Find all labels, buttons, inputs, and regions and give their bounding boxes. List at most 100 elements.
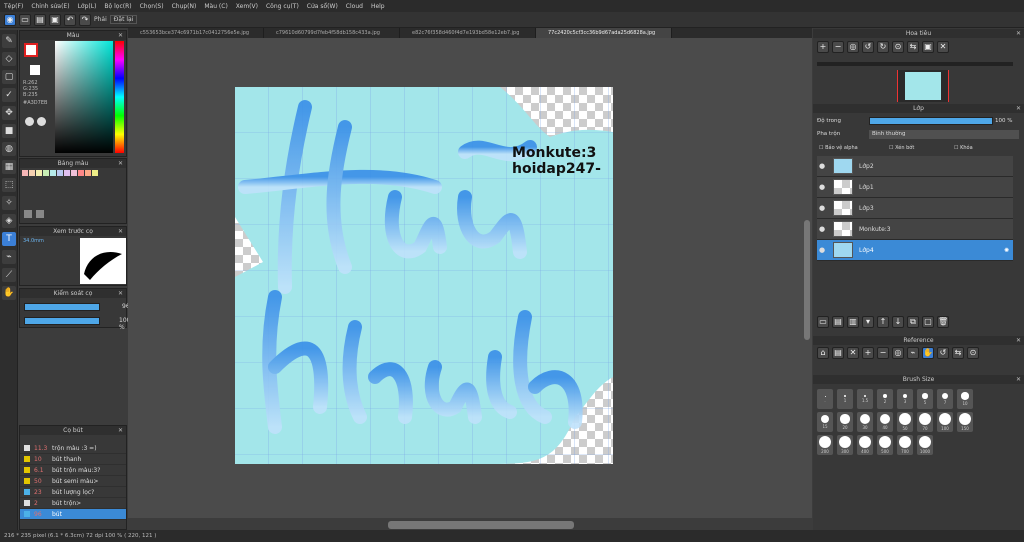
brush-size-cell[interactable]: 50 [897, 412, 913, 432]
alpha-protect-checkbox[interactable]: ☐ Bảo vệ alpha [819, 145, 858, 151]
brush-size-cell[interactable]: 100 [937, 412, 953, 432]
size-slider[interactable] [24, 303, 100, 311]
brush-size-cell[interactable]: 500 [877, 435, 893, 455]
zoom-slider[interactable] [817, 62, 1013, 66]
brush-size-cell[interactable]: 700 [897, 435, 913, 455]
brush-size-cell[interactable]: . [817, 389, 833, 409]
brush-size-cell[interactable]: 30 [857, 412, 873, 432]
brush-size-cell[interactable]: 400 [857, 435, 873, 455]
lock-checkbox[interactable]: ☐ Khóa [954, 145, 973, 151]
move-icon[interactable]: ✥ [2, 106, 16, 120]
reset-label[interactable]: Đặt lại [109, 15, 138, 24]
rotate-right-icon[interactable]: ↻ [877, 41, 889, 53]
layer-row[interactable]: ● Lớp3 [817, 198, 1013, 219]
close-icon[interactable]: ✕ [1016, 29, 1021, 38]
brush-size-cell[interactable]: 150 [957, 412, 973, 432]
opacity-slider[interactable] [24, 317, 100, 325]
menu-item[interactable]: Chỉnh sửa(E) [31, 3, 69, 10]
saturation-value-square[interactable] [55, 41, 113, 153]
ref-fit-icon[interactable]: ◎ [892, 347, 904, 359]
brush-size-cell[interactable]: 70 [917, 412, 933, 432]
brush-icon[interactable]: ⟋ [2, 268, 16, 282]
pen-item[interactable]: 10 bút thanh [20, 454, 126, 465]
eraser-icon[interactable]: ◇ [2, 52, 16, 66]
horizontal-scrollbar[interactable] [388, 521, 574, 529]
layer-down-icon[interactable]: ↓ [892, 316, 904, 328]
brush-size-cell[interactable]: 1 [837, 389, 853, 409]
clear-icon[interactable]: ▢ [922, 316, 934, 328]
eye-icon[interactable]: ● [817, 204, 827, 212]
ref-save-icon[interactable]: ▤ [832, 347, 844, 359]
brush-size-cell[interactable]: 10 [957, 389, 973, 409]
layer-row[interactable]: ● Lớp4 ✺ [817, 240, 1013, 261]
navigator-menu-icon[interactable]: ▣ [922, 41, 934, 53]
brush-size-cell[interactable]: 200 [817, 435, 833, 455]
layer-opacity-slider[interactable] [869, 117, 993, 125]
ref-open-icon[interactable]: ⌂ [817, 347, 829, 359]
pen-item[interactable]: 23 bút lượng lọc? [20, 487, 126, 498]
palette-delete-icon[interactable] [36, 210, 44, 218]
brush-size-cell[interactable]: 1000 [917, 435, 933, 455]
bucket-icon[interactable]: ◍ [2, 142, 16, 156]
close-icon[interactable]: ✕ [118, 227, 123, 236]
new-file-icon[interactable]: ▭ [19, 13, 31, 26]
zoom-fit-icon[interactable]: ◎ [847, 41, 859, 53]
hue-bar[interactable] [115, 41, 124, 153]
eye-icon[interactable]: ● [817, 246, 827, 254]
pen-item[interactable]: 11.3 trộn màu :3 =) [20, 443, 126, 454]
menu-item[interactable]: Help [371, 3, 385, 10]
brush-size-cell[interactable]: 3 [897, 389, 913, 409]
hand-icon[interactable]: ✋ [2, 286, 16, 300]
primary-color-swatch[interactable] [24, 43, 38, 57]
layer-row[interactable]: ● Lớp1 [817, 177, 1013, 198]
palette-swatches[interactable] [22, 170, 98, 176]
close-icon[interactable]: ✕ [1016, 375, 1021, 384]
menu-item[interactable]: Bộ lọc(R) [104, 3, 131, 10]
menu-item[interactable]: Cửa sổ(W) [307, 3, 338, 10]
undo-button[interactable]: ↶ [64, 13, 76, 26]
menu-item[interactable]: Công cụ(T) [266, 3, 299, 10]
new-folder-icon[interactable]: ▥ [847, 316, 859, 328]
document-tab[interactable]: 77c2420c5cf3cc36b9d67ada25d6828a.jpg [536, 28, 672, 38]
menu-item[interactable]: Chụp(N) [172, 3, 197, 10]
app-icon[interactable]: ◉ [4, 13, 16, 26]
brush-size-cell[interactable]: 40 [877, 412, 893, 432]
flip-icon[interactable]: ⇆ [907, 41, 919, 53]
clipping-checkbox[interactable]: ☐ Xén bớt [889, 145, 914, 151]
zoom-out-icon[interactable]: − [832, 41, 844, 53]
blend-mode-select[interactable]: Bình thường [869, 130, 1019, 139]
ref-flip-icon[interactable]: ⇆ [952, 347, 964, 359]
brush-size-cell[interactable]: 300 [837, 435, 853, 455]
fill-shape-icon[interactable]: ■ [2, 124, 16, 138]
brush-size-cell[interactable]: 5 [917, 389, 933, 409]
eyedropper-icon[interactable]: ⌁ [2, 250, 16, 264]
brush-size-cell[interactable]: 2 [877, 389, 893, 409]
brush-size-cell[interactable]: 15 [817, 412, 833, 432]
secondary-color-swatch[interactable] [30, 65, 40, 75]
check-icon[interactable]: ✓ [2, 88, 16, 102]
menu-item[interactable]: Lớp(L) [78, 3, 97, 10]
layer-up-icon[interactable]: ↑ [877, 316, 889, 328]
lock-label[interactable]: Phải [94, 16, 107, 23]
magic-wand-icon[interactable]: ✧ [2, 196, 16, 210]
document-tab[interactable]: e82c76f358d460f4d7e193bd58e12eb7.jpg [400, 28, 536, 38]
vertical-scrollbar[interactable] [804, 220, 810, 340]
open-file-icon[interactable]: ▤ [34, 13, 46, 26]
close-icon[interactable]: ✕ [118, 289, 123, 298]
merge-icon[interactable]: ⧉ [907, 316, 919, 328]
menu-item[interactable]: Tệp(F) [4, 3, 23, 10]
reset-view-icon[interactable]: ⊙ [892, 41, 904, 53]
text-icon[interactable]: T [2, 232, 16, 246]
pen-item[interactable]: 96 bút [20, 509, 126, 520]
eye-icon[interactable]: ● [817, 162, 827, 170]
ref-hand-icon[interactable]: ✋ [922, 347, 934, 359]
pen-item[interactable]: 2 bút trộn> [20, 498, 126, 509]
new-layer-icon[interactable]: ▭ [817, 316, 829, 328]
ref-close-icon[interactable]: ✕ [847, 347, 859, 359]
save-icon[interactable]: ▣ [49, 13, 61, 26]
palette-icon[interactable] [37, 117, 46, 126]
eye-icon[interactable]: ● [817, 225, 827, 233]
redo-button[interactable]: ↷ [79, 13, 91, 26]
ref-rotate-icon[interactable]: ↺ [937, 347, 949, 359]
color-mode-icon[interactable] [25, 117, 34, 126]
